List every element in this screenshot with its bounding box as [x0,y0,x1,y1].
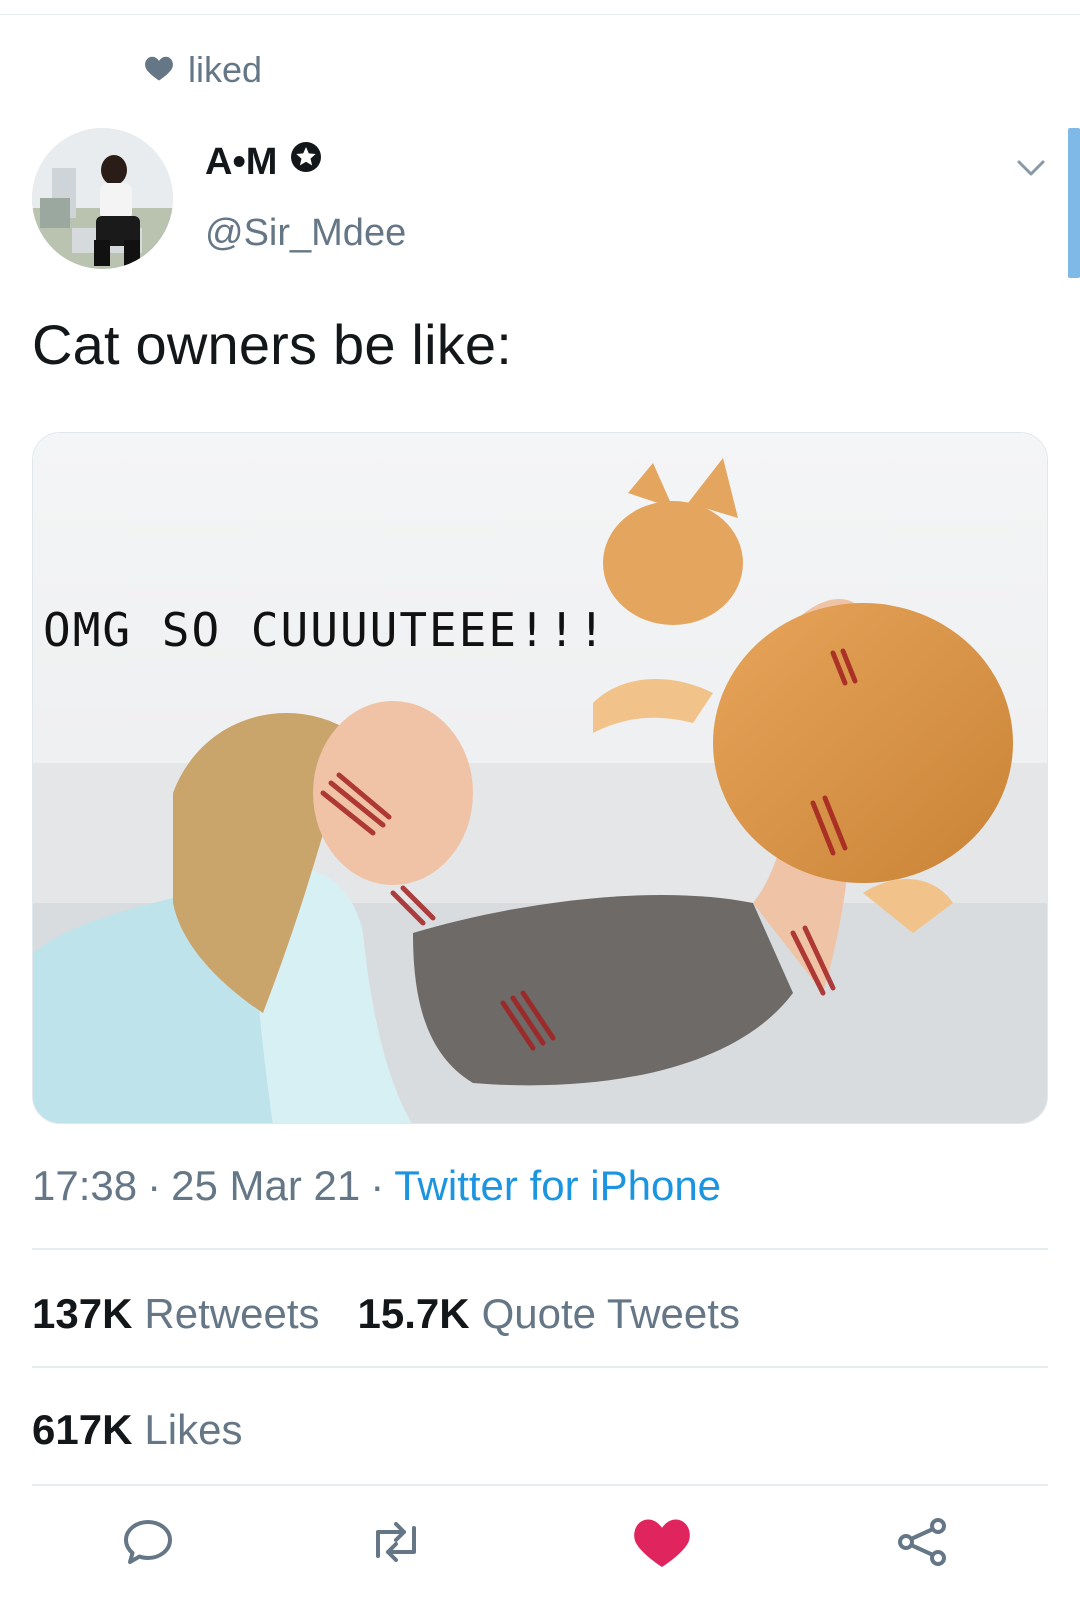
divider [32,1248,1048,1250]
likes-count: 617K [32,1406,133,1453]
retweets-stat[interactable]: 137K Retweets [32,1290,319,1338]
quote-tweets-count: 15.7K [357,1290,470,1337]
reply-icon [124,1520,172,1564]
likes-stat-row: 617K Likes [32,1406,266,1454]
engagement-stats: 137K Retweets 15.7K Quote Tweets [32,1290,764,1338]
share-button[interactable] [880,1500,964,1584]
chevron-down-icon[interactable] [1014,150,1048,184]
retweet-button[interactable] [354,1500,438,1584]
divider [32,1366,1048,1368]
like-icon [634,1519,690,1567]
retweets-label: Retweets [144,1290,320,1337]
likes-stat[interactable]: 617K Likes [32,1406,242,1454]
divider [32,1484,1048,1486]
star-badge-icon [289,140,323,184]
tweet-media[interactable]: OMG SO CUUUUTEEE!!! [32,432,1048,1124]
like-button[interactable] [620,1500,704,1584]
media-image [33,433,1047,1123]
reply-button[interactable] [106,1500,190,1584]
scrollbar-thumb[interactable] [1068,128,1080,278]
share-icon [898,1518,946,1566]
media-caption: OMG SO CUUUUTEEE!!! [43,603,608,657]
tweet-date: 25 Mar 21 [171,1162,361,1209]
heart-icon [144,49,174,91]
tweet-time: 17:38 [32,1162,138,1209]
tweet-text: Cat owners be like: [32,313,513,376]
tweet-meta: 17:38 · 25 Mar 21 · Twitter for iPhone [32,1162,721,1210]
likes-label: Likes [144,1406,243,1453]
author-name[interactable]: A•M [205,141,277,184]
avatar[interactable] [32,128,173,269]
top-divider [0,14,1080,15]
meta-separator: · [147,1162,162,1209]
retweets-count: 137K [32,1290,133,1337]
quote-tweets-stat[interactable]: 15.7K Quote Tweets [357,1290,739,1338]
author-handle[interactable]: @Sir_Mdee [205,212,406,255]
social-context: liked [144,49,263,91]
meta-separator: · [370,1162,385,1209]
action-bar [0,1500,1080,1584]
author-name-row[interactable]: A•M [205,140,323,184]
quote-tweets-label: Quote Tweets [481,1290,740,1337]
social-context-text: liked [188,49,263,90]
tweet-source-link[interactable]: Twitter for iPhone [394,1162,721,1210]
retweet-icon [376,1522,416,1562]
